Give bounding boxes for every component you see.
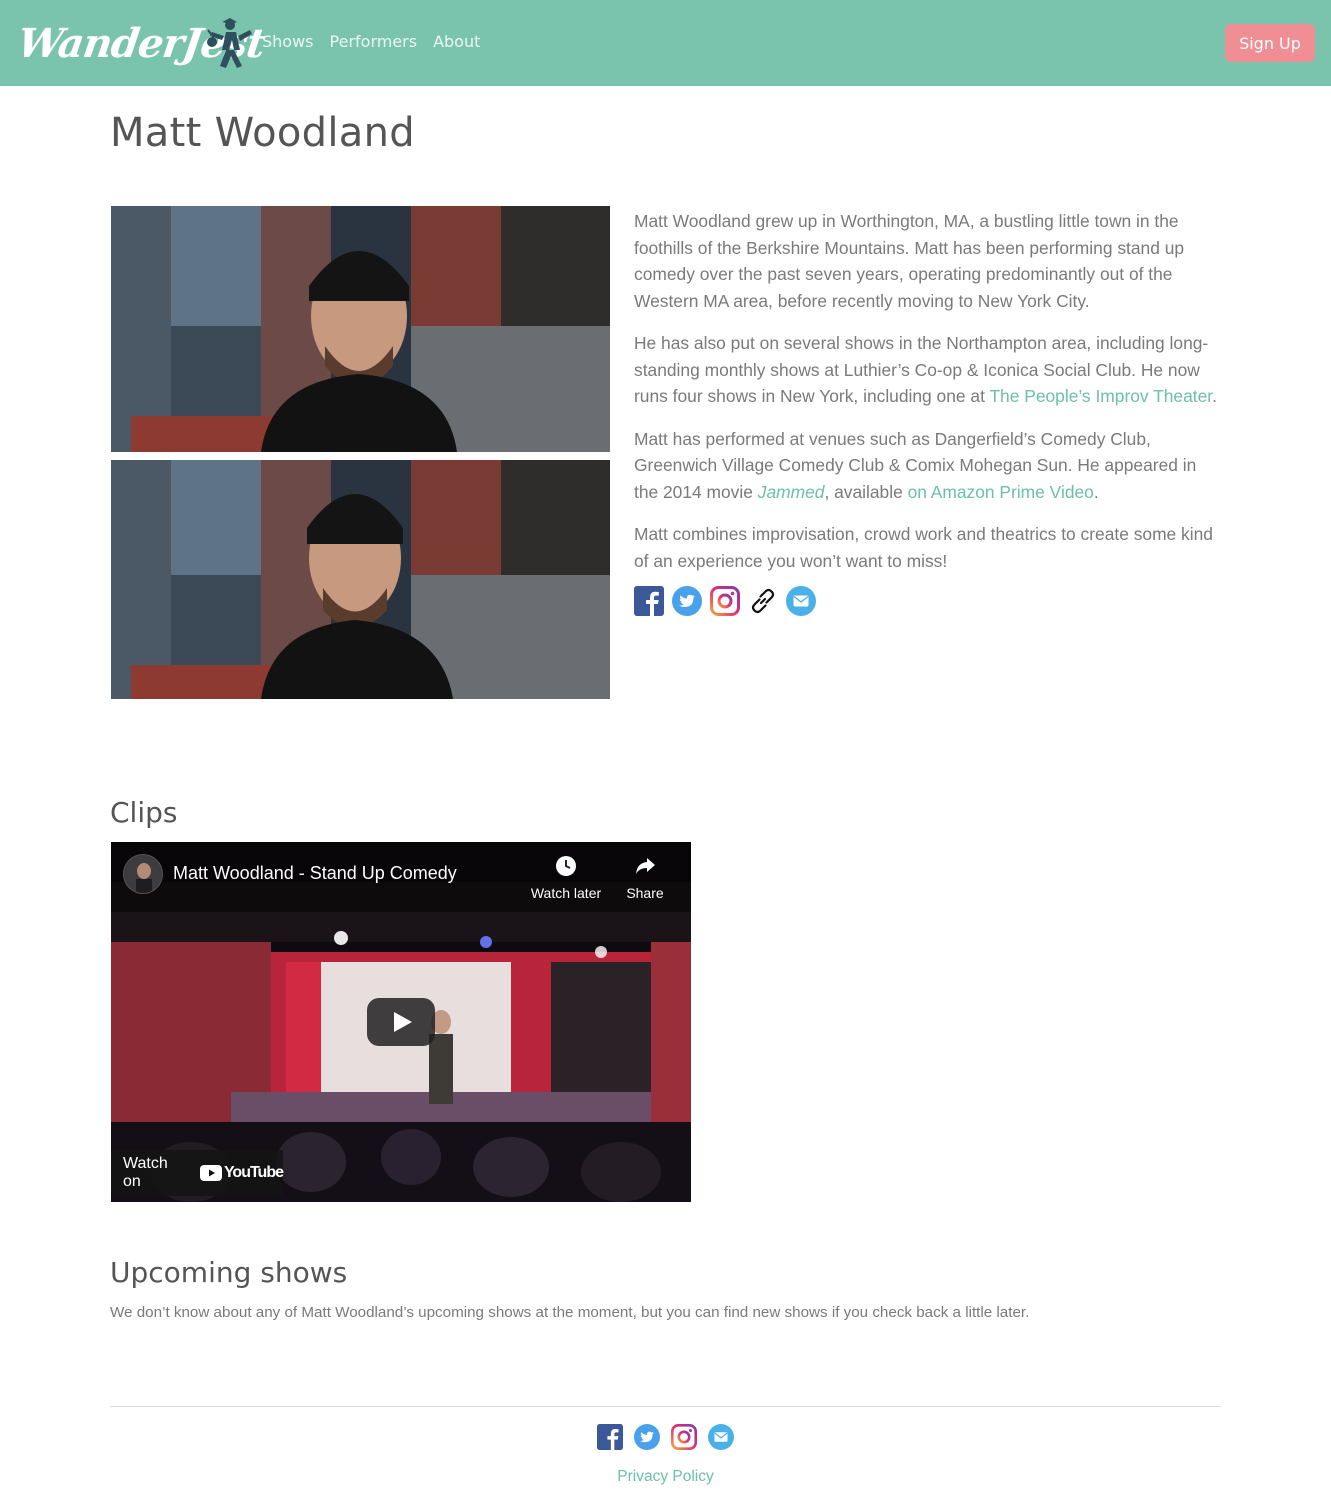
- nav-about[interactable]: About: [433, 30, 480, 54]
- instagram-icon[interactable]: [671, 1424, 697, 1450]
- youtube-play-icon: [199, 1165, 222, 1181]
- instagram-icon[interactable]: [710, 586, 740, 616]
- movie-title: Jammed: [757, 481, 825, 502]
- bio-text: .: [1212, 386, 1217, 406]
- bio-paragraph: Matt has performed at venues such as Dan…: [634, 426, 1224, 506]
- channel-avatar[interactable]: [123, 854, 163, 894]
- twitter-icon[interactable]: [672, 586, 702, 616]
- bio-paragraph: Matt combines improvisation, crowd work …: [634, 524, 1213, 571]
- bio-text: .: [1093, 481, 1099, 502]
- footer-social-links: [597, 1424, 734, 1450]
- watch-on-youtube-button[interactable]: Watch on YouTube: [111, 1150, 284, 1196]
- main-nav: Shows Performers About: [262, 30, 496, 54]
- share-label: Share: [626, 885, 664, 901]
- jammed-movie-link[interactable]: Jammed: [758, 482, 825, 502]
- clips-heading: Clips: [110, 796, 178, 829]
- watch-later-label: Watch later: [530, 885, 602, 901]
- peoples-improv-theater-link[interactable]: The People’s Improv Theater: [989, 386, 1212, 406]
- clock-icon: [556, 856, 576, 876]
- watch-later-button[interactable]: Watch later: [529, 854, 603, 901]
- performer-bio: Matt Woodland grew up in Worthington, MA…: [634, 208, 1224, 590]
- upcoming-shows-heading: Upcoming shows: [110, 1256, 348, 1289]
- watch-on-label: Watch on: [123, 1155, 168, 1190]
- performer-photo-smiling: [111, 206, 610, 452]
- nav-shows[interactable]: Shows: [262, 30, 314, 54]
- youtube-wordmark: YouTube: [223, 1164, 284, 1181]
- privacy-policy-link[interactable]: Privacy Policy: [0, 1468, 1331, 1486]
- navbar: WanderJest Shows Performers About Sign U…: [0, 0, 1331, 86]
- bio-paragraph: Matt Woodland grew up in Worthington, MA…: [634, 211, 1185, 311]
- amazon-prime-video-link[interactable]: on Amazon Prime Video: [908, 482, 1094, 502]
- wanderjest-logo[interactable]: WanderJest: [15, 12, 268, 74]
- youtube-video-embed[interactable]: Matt Woodland - Stand Up Comedy Watch la…: [111, 842, 691, 1202]
- nav-performers[interactable]: Performers: [330, 30, 418, 54]
- footer-divider: [110, 1406, 1221, 1407]
- share-arrow-icon: [636, 858, 655, 874]
- facebook-icon[interactable]: [597, 1424, 623, 1450]
- jester-figure-icon: [207, 18, 252, 68]
- play-button-icon[interactable]: [367, 998, 435, 1046]
- performer-photo-looking-up: [111, 460, 610, 699]
- bio-text: , available: [824, 481, 908, 502]
- video-title[interactable]: Matt Woodland - Stand Up Comedy: [173, 863, 457, 884]
- email-icon[interactable]: [786, 586, 816, 616]
- page-title: Matt Woodland: [110, 110, 415, 156]
- sign-up-button[interactable]: Sign Up: [1225, 24, 1315, 62]
- upcoming-shows-message: We don’t know about any of Matt Woodland…: [110, 1304, 1030, 1321]
- youtube-logo: YouTube: [199, 1164, 284, 1182]
- facebook-icon[interactable]: [634, 586, 664, 616]
- share-button[interactable]: Share: [623, 854, 667, 901]
- bio-paragraph: He has also put on several shows in the …: [634, 330, 1224, 410]
- link-icon[interactable]: [748, 586, 778, 616]
- twitter-icon[interactable]: [634, 1424, 660, 1450]
- email-icon[interactable]: [708, 1424, 734, 1450]
- performer-social-links: [634, 586, 816, 616]
